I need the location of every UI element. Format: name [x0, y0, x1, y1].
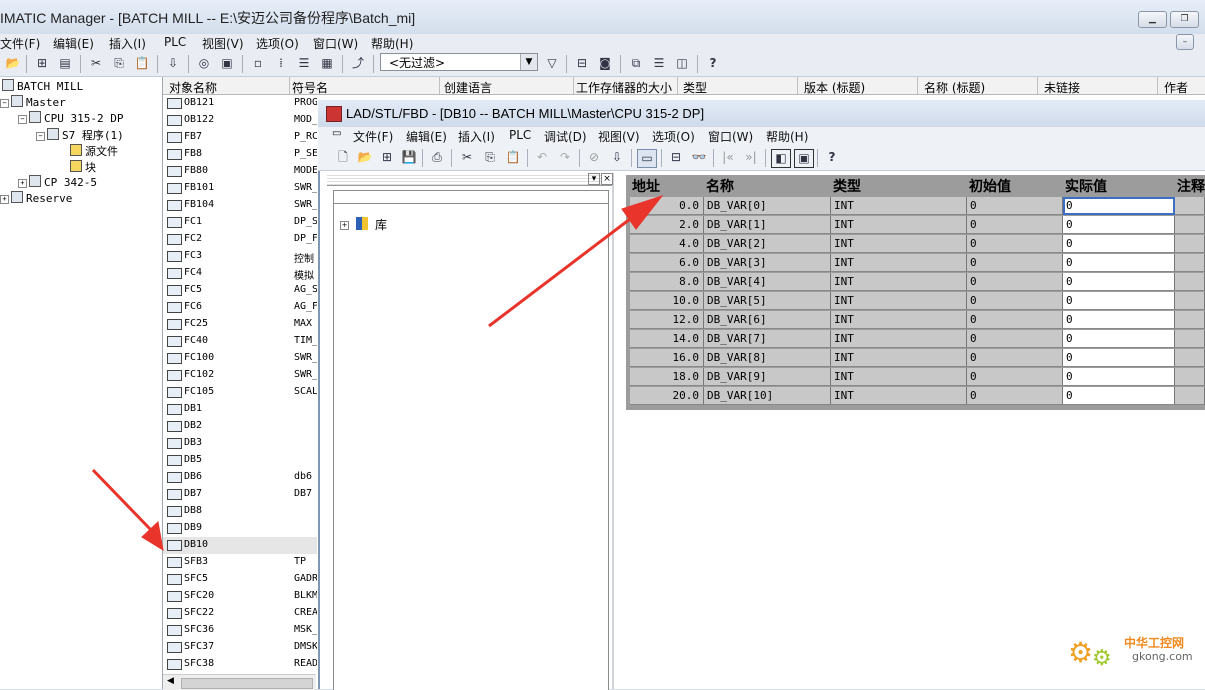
arrow-to-address-header — [488, 195, 664, 328]
gkong-watermark: ⚙ ⚙ 中华工控网 gkong.com — [1068, 628, 1205, 674]
annotation-arrows — [91, 195, 664, 552]
gear-icon: ⚙ — [1092, 646, 1112, 671]
watermark-title: 中华工控网 — [1124, 636, 1185, 650]
watermark-url: gkong.com — [1132, 650, 1193, 663]
arrow-to-db10 — [91, 468, 164, 552]
gear-icon: ⚙ — [1068, 636, 1094, 669]
